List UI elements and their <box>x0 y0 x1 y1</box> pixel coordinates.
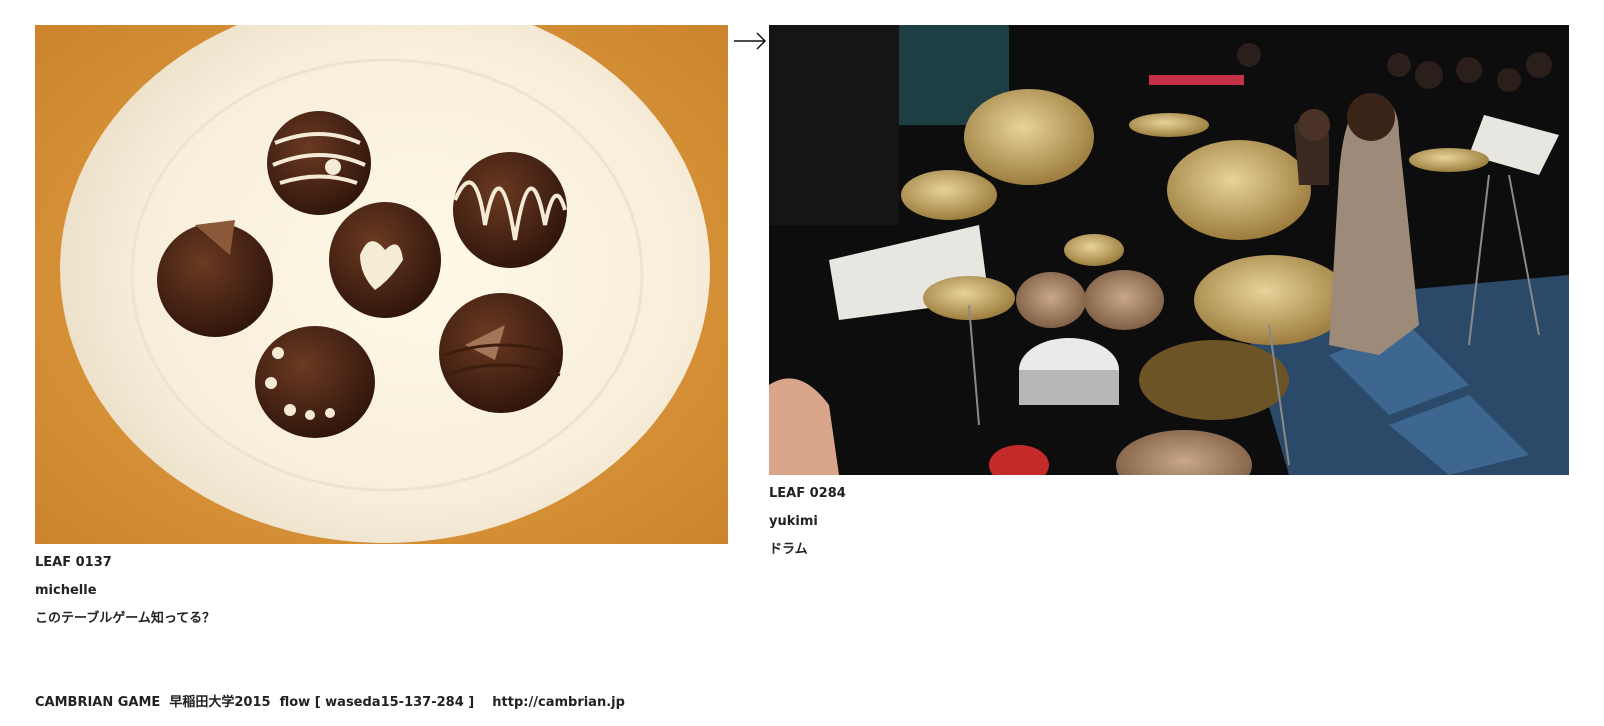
leaf-0137-photo[interactable] <box>35 25 728 544</box>
leaf-comment: このテーブルゲーム知ってる？ <box>35 611 216 626</box>
site-footer[interactable]: CAMBRIAN GAME 早稲田大学2015 flow [ waseda15-… <box>35 691 625 710</box>
leaf-0284-photo[interactable] <box>769 25 1569 475</box>
leaf-id[interactable]: LEAF 0137 <box>35 549 215 577</box>
leaf-0137-caption: LEAF 0137 michelle このテーブルゲーム知ってる？ <box>35 549 215 633</box>
leaf-id[interactable]: LEAF 0284 <box>769 480 846 508</box>
drum-kit-image <box>769 25 1569 475</box>
leaf-comment: ドラム <box>769 542 808 557</box>
leaf-0284-caption: LEAF 0284 yukimi ドラム <box>769 480 846 564</box>
chocolate-plate-image <box>35 25 728 544</box>
leaf-author: yukimi <box>769 514 818 529</box>
leaf-author: michelle <box>35 583 97 598</box>
right-arrow-icon[interactable] <box>733 28 767 54</box>
